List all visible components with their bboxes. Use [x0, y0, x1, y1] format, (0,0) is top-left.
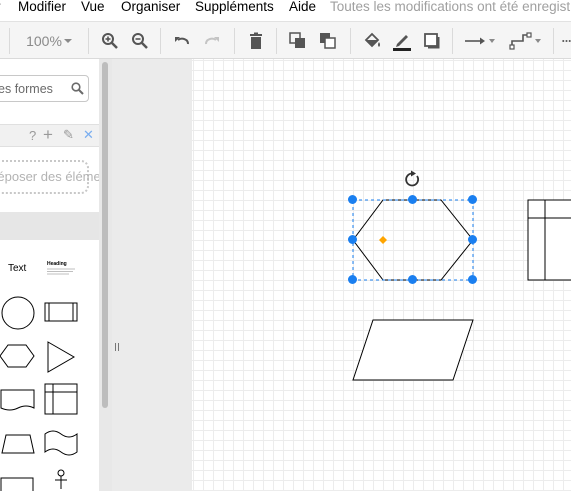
trapezoid-shape[interactable]	[0, 434, 36, 454]
add-button[interactable]: +	[43, 125, 53, 145]
menu-vue[interactable]: Vue	[81, 0, 105, 13]
hexagon-shape[interactable]	[0, 344, 36, 368]
resize-handle-s[interactable]	[408, 275, 417, 284]
save-status: Toutes les modifications ont été enregis…	[330, 0, 571, 14]
to-front-icon[interactable]	[288, 29, 308, 53]
resize-handle-e[interactable]	[468, 235, 477, 244]
process-shape[interactable]	[44, 302, 78, 322]
menu-modifier[interactable]: Modifier	[18, 0, 66, 13]
connection-icon[interactable]	[462, 29, 498, 53]
menu-organiser[interactable]: Organiser	[121, 0, 180, 13]
tape-shape[interactable]	[44, 429, 78, 457]
zoom-dropdown[interactable]: 100%	[22, 29, 78, 53]
toolbar: 100%	[0, 21, 571, 59]
more-icon[interactable]	[562, 29, 571, 53]
ellipse-shape[interactable]	[0, 295, 36, 331]
delete-icon[interactable]	[246, 29, 266, 53]
search-input[interactable]	[0, 80, 63, 98]
toolbar-separator	[88, 28, 89, 54]
scratchpad-header[interactable]: ? + ✎ ✕	[0, 124, 99, 147]
shape-property-handle[interactable]	[378, 235, 388, 245]
heading-shape[interactable]: Heading	[45, 261, 77, 277]
to-back-icon[interactable]	[318, 29, 338, 53]
table-shape[interactable]	[527, 199, 571, 281]
resize-handle-nw[interactable]	[348, 195, 357, 204]
toolbar-separator	[234, 28, 235, 54]
toolbar-separator	[452, 28, 453, 54]
general-section-header[interactable]	[0, 212, 99, 240]
internal-storage-shape[interactable]	[44, 383, 78, 415]
menu-supplements[interactable]: Suppléments	[195, 0, 274, 13]
rotate-handle-icon[interactable]	[403, 170, 422, 189]
fill-color-icon[interactable]	[361, 29, 383, 53]
toolbar-separator	[276, 28, 277, 54]
resize-handle-n[interactable]	[408, 195, 417, 204]
menu-aide[interactable]: Aide	[289, 0, 316, 13]
toolbar-separator	[350, 28, 351, 54]
sidebar-splitter[interactable]	[112, 59, 192, 491]
zoom-in-icon[interactable]	[100, 29, 120, 53]
toolbar-separator	[553, 28, 554, 54]
selected-hexagon[interactable]	[352, 199, 474, 281]
close-button[interactable]: ✕	[83, 127, 94, 143]
waypoints-icon[interactable]	[508, 29, 544, 53]
triangle-shape[interactable]	[46, 341, 76, 373]
edit-button[interactable]: ✎	[63, 127, 74, 143]
zoom-out-icon[interactable]	[130, 29, 150, 53]
menu-fichier-tail[interactable]: r	[0, 0, 1, 13]
parallelogram-shape[interactable]	[352, 319, 474, 381]
help-button[interactable]: ?	[29, 128, 36, 143]
canvas-shapes-layer	[352, 199, 571, 381]
text-shape[interactable]: Text	[8, 263, 26, 274]
actor-shape[interactable]	[52, 469, 70, 491]
document-shape[interactable]	[0, 389, 36, 413]
splitter-grip-icon[interactable]	[114, 342, 120, 352]
resize-handle-w[interactable]	[348, 235, 357, 244]
toolbar-separator	[160, 28, 161, 54]
resize-handle-se[interactable]	[468, 275, 477, 284]
chevron-down-icon	[63, 39, 72, 43]
line-color-icon[interactable]	[391, 29, 413, 53]
scratchpad-drop-zone[interactable]: Déposer des éléments ici	[0, 160, 99, 194]
menu-bar: r Modifier Vue Organiser Suppléments Aid…	[0, 0, 571, 15]
resize-handle-ne[interactable]	[468, 195, 477, 204]
toolbar-separator	[9, 28, 10, 54]
shape-search	[0, 75, 89, 102]
redo-icon[interactable]	[202, 29, 222, 53]
card-shape[interactable]	[0, 473, 36, 491]
undo-icon[interactable]	[172, 29, 192, 53]
heading-shape-label: Heading	[47, 261, 67, 267]
resize-handle-sw[interactable]	[348, 275, 357, 284]
zoom-level: 100%	[26, 33, 62, 49]
sidebar-scrollbar-thumb[interactable]	[102, 62, 108, 408]
search-icon[interactable]	[71, 82, 84, 95]
diagram-canvas[interactable]	[192, 59, 571, 491]
shadow-icon[interactable]	[422, 29, 442, 53]
shapes-sidebar: ? + ✎ ✕ Déposer des éléments ici Text He…	[0, 59, 99, 491]
